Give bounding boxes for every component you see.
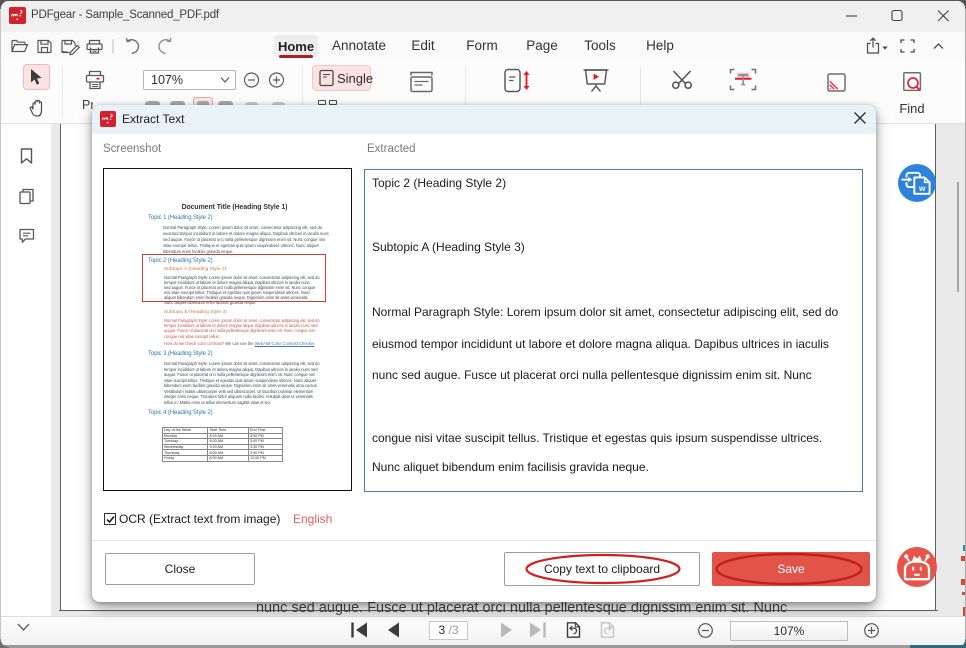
- svg-text:w: w: [918, 184, 926, 193]
